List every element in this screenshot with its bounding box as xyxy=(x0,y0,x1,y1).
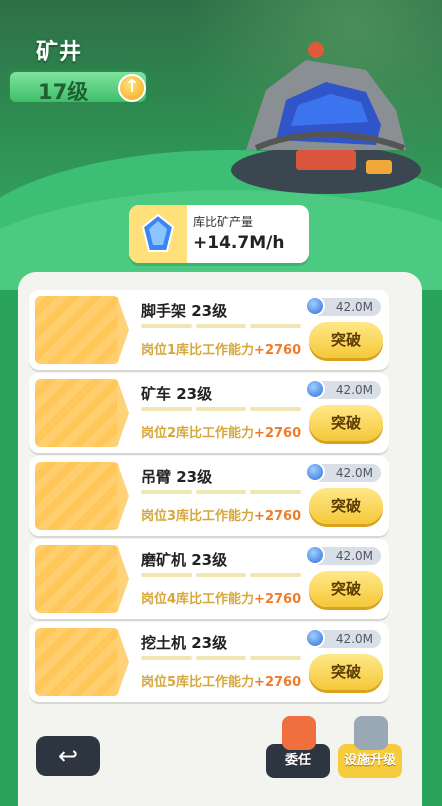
gem-icon xyxy=(305,296,325,316)
progress-bar xyxy=(141,573,302,577)
progress-bar xyxy=(141,324,302,328)
output-badge: 库比矿产量 +14.7M/h xyxy=(129,205,309,263)
gem-icon xyxy=(305,462,325,482)
progress-bar xyxy=(141,490,302,494)
equipment-desc: 岗位4库比工作能力+2760 xyxy=(141,592,302,607)
hero-area: 矿井 17级 ↑ 库比矿产量 +14.7M/h xyxy=(0,0,442,290)
mine-illustration xyxy=(231,42,421,194)
equipment-name: 磨矿机 23级 xyxy=(141,551,228,569)
minecart-thumb xyxy=(35,379,119,447)
gem-icon xyxy=(305,545,325,565)
breakthrough-button[interactable]: 突破 xyxy=(309,571,383,607)
equipment-name: 脚手架 23级 xyxy=(141,302,228,320)
facility-upgrade-button[interactable]: 设施升级 xyxy=(338,716,402,778)
equipment-desc: 岗位1库比工作能力+2760 xyxy=(141,343,302,358)
output-label: 库比矿产量 xyxy=(193,215,254,229)
crane-arm-thumb xyxy=(35,462,119,530)
level-text: 17级 xyxy=(38,80,89,104)
excavator-thumb xyxy=(35,628,119,696)
gem-icon xyxy=(305,628,325,648)
equipment-name: 挖土机 23级 xyxy=(141,634,228,652)
cost-pill: 42.0M xyxy=(305,296,381,316)
up-arrow-icon[interactable]: ↑ xyxy=(118,74,146,102)
cost-pill: 42.0M xyxy=(305,628,381,648)
card-divider xyxy=(117,545,129,613)
card-divider xyxy=(117,462,129,530)
entrust-label: 委任 xyxy=(284,753,311,768)
blue-gem-icon xyxy=(129,205,187,263)
breakthrough-button[interactable]: 突破 xyxy=(309,405,383,441)
equipment-desc: 岗位5库比工作能力+2760 xyxy=(141,675,302,690)
scaffold-thumb xyxy=(35,296,119,364)
equipment-card-1: 脚手架 23级 岗位1库比工作能力+2760 42.0M 突破 xyxy=(29,290,389,370)
entrust-icon xyxy=(282,716,316,750)
grinder-thumb xyxy=(35,545,119,613)
card-divider xyxy=(117,379,129,447)
gem-icon xyxy=(305,379,325,399)
progress-bar xyxy=(141,407,302,411)
return-arrow-icon[interactable]: ↩ xyxy=(36,736,100,776)
card-divider xyxy=(117,296,129,364)
equipment-name: 吊臂 23级 xyxy=(141,468,213,486)
equipment-name: 矿车 23级 xyxy=(141,385,213,403)
output-value: +14.7M/h xyxy=(193,233,285,253)
equipment-card-2: 矿车 23级 岗位2库比工作能力+2760 42.0M 突破 xyxy=(29,373,389,453)
equipment-card-4: 磨矿机 23级 岗位4库比工作能力+2760 42.0M 突破 xyxy=(29,539,389,619)
equipment-card-5: 挖土机 23级 岗位5库比工作能力+2760 42.0M 突破 xyxy=(29,622,389,702)
breakthrough-button[interactable]: 突破 xyxy=(309,488,383,524)
breakthrough-button[interactable]: 突破 xyxy=(309,654,383,690)
equipment-desc: 岗位3库比工作能力+2760 xyxy=(141,509,302,524)
equipment-card-3: 吊臂 23级 岗位3库比工作能力+2760 42.0M 突破 xyxy=(29,456,389,536)
card-divider xyxy=(117,628,129,696)
page-title: 矿井 xyxy=(36,40,83,65)
equipment-desc: 岗位2库比工作能力+2760 xyxy=(141,426,302,441)
cost-pill: 42.0M xyxy=(305,379,381,399)
cost-pill: 42.0M xyxy=(305,462,381,482)
level-pill: 17级 ↑ xyxy=(8,70,148,104)
facility-upgrade-icon xyxy=(354,716,388,750)
facility-upgrade-label: 设施升级 xyxy=(343,753,396,768)
entrust-button[interactable]: 委任 xyxy=(266,716,330,778)
progress-bar xyxy=(141,656,302,660)
cost-pill: 42.0M xyxy=(305,545,381,565)
breakthrough-button[interactable]: 突破 xyxy=(309,322,383,358)
